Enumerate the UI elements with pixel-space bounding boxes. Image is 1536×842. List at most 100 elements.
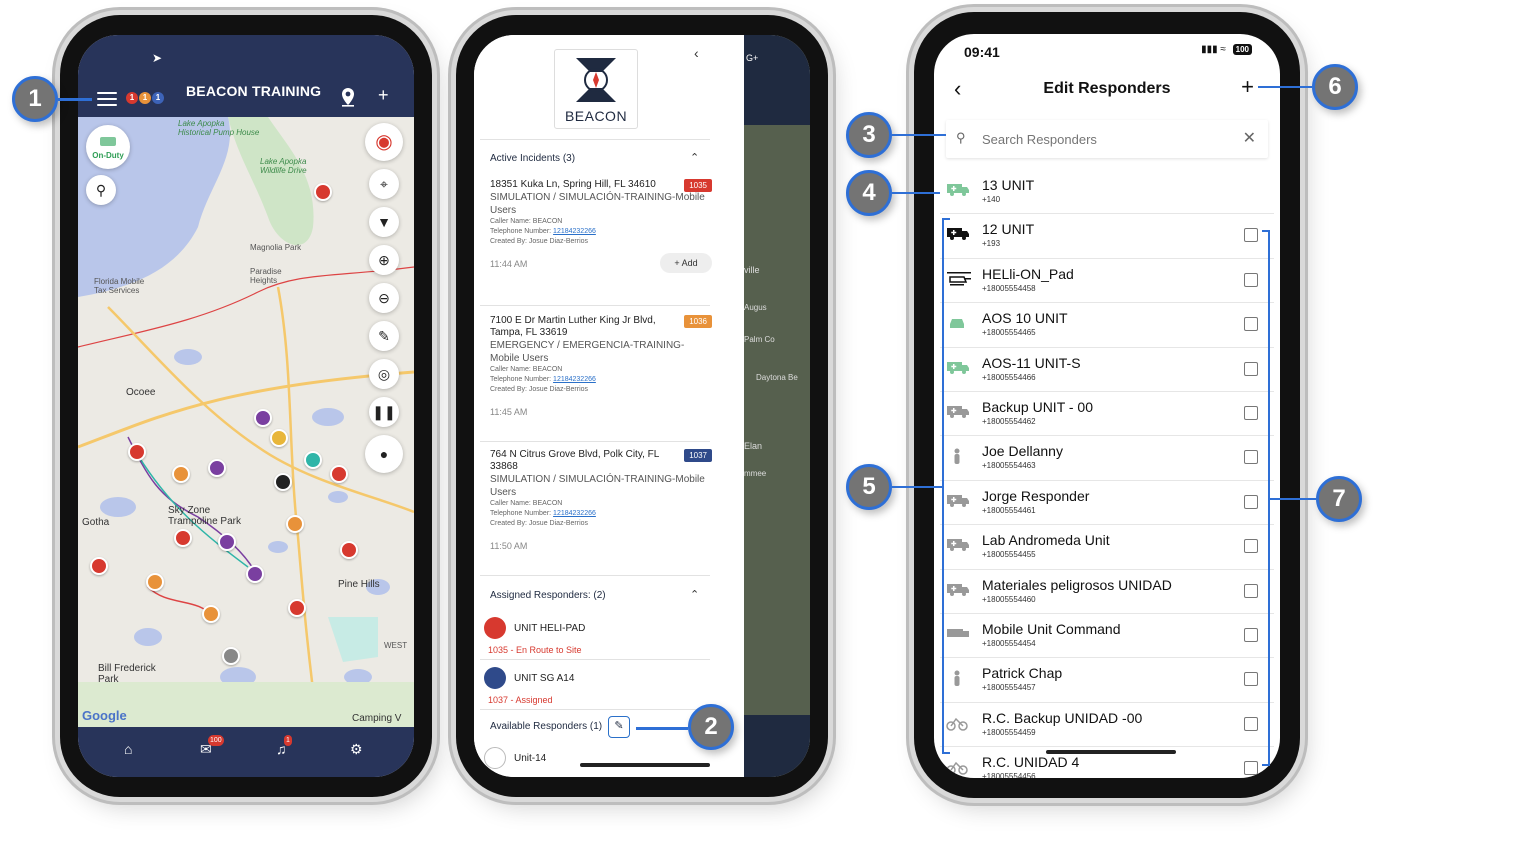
incident-pin[interactable] — [330, 465, 348, 483]
add-button[interactable]: + Add — [660, 253, 712, 273]
select-checkbox[interactable] — [1244, 361, 1258, 376]
responder-row[interactable]: Joe Dellanny +18005554463 — [940, 436, 1274, 481]
search-input[interactable] — [982, 129, 1222, 149]
responder-row[interactable]: Lab Andromeda Unit +18005554455 — [940, 525, 1274, 570]
incident-pin[interactable] — [90, 557, 108, 575]
incident-pin[interactable] — [288, 599, 306, 617]
select-checkbox[interactable] — [1244, 317, 1258, 332]
camera-pin[interactable] — [274, 473, 292, 491]
zoom-out-button[interactable]: ⊖ — [369, 283, 399, 313]
select-checkbox[interactable] — [1244, 494, 1258, 509]
responder-phone: +18005554459 — [982, 727, 1036, 737]
filter-button[interactable]: ▼ — [369, 207, 399, 237]
select-checkbox[interactable] — [1244, 539, 1258, 554]
poi-pin[interactable] — [304, 451, 322, 469]
drawer-screen: G+ ville Augus Palm Co Daytona Be Elan m… — [474, 35, 810, 777]
close-drawer-chevron[interactable]: ‹ — [694, 45, 699, 61]
incident-number: 1036 — [684, 315, 712, 328]
incident-pin[interactable] — [174, 529, 192, 547]
responder-phone: +18005554463 — [982, 461, 1036, 471]
select-checkbox[interactable] — [1244, 627, 1258, 642]
select-checkbox[interactable] — [1244, 228, 1258, 243]
map-search-button[interactable]: ⚲ — [86, 175, 116, 205]
select-checkbox[interactable] — [1244, 761, 1258, 776]
responder-phone: +18005554457 — [982, 683, 1036, 693]
responder-row[interactable]: Jorge Responder +18005554461 — [940, 481, 1274, 526]
gear-icon[interactable]: ⚙ — [350, 741, 363, 758]
hazmat-pin[interactable] — [218, 533, 236, 551]
phone-drawer-view: G+ ville Augus Palm Co Daytona Be Elan m… — [456, 15, 828, 797]
location-pin[interactable] — [222, 647, 240, 665]
search-icon: ⚲ — [956, 130, 966, 145]
phone-link[interactable]: 12184232266 — [553, 376, 596, 383]
map-pin-icon[interactable] — [340, 87, 356, 112]
on-duty-toggle[interactable]: On-Duty — [86, 125, 130, 169]
map-area[interactable]: Lake Apopka Historical Pump House Lake A… — [78, 117, 414, 727]
incident-pin[interactable] — [314, 183, 332, 201]
responder-row[interactable]: Backup UNIT - 00 +18005554462 — [940, 392, 1274, 437]
draw-pencil-button[interactable]: ✎ — [369, 321, 399, 351]
sos-lifebuoy-button[interactable]: ◉ — [365, 123, 403, 161]
map-label-paradise-heights: Paradise Heights — [250, 267, 282, 285]
select-checkbox[interactable] — [1244, 450, 1258, 465]
responder-name: Jorge Responder — [982, 487, 1090, 504]
incident-pin[interactable] — [340, 541, 358, 559]
responder-row[interactable]: HELli-ON_Pad +18005554458 — [940, 259, 1274, 304]
edit-pencil-button[interactable]: ✎ — [608, 716, 630, 738]
dimmed-map: G+ ville Augus Palm Co Daytona Be Elan m… — [744, 35, 810, 777]
add-icon[interactable]: + — [378, 85, 389, 106]
collapse-incidents-caret[interactable]: ⌃ — [690, 151, 699, 164]
responder-row[interactable]: AOS 10 UNIT +18005554465 — [940, 303, 1274, 348]
created-by: Created By: Josue Diaz-Berrios — [490, 238, 589, 245]
responder-pin[interactable] — [246, 565, 264, 583]
zoom-in-button[interactable]: ⊕ — [369, 245, 399, 275]
incident-card[interactable]: 1037 764 N Citrus Grove Blvd, Polk City,… — [490, 449, 712, 551]
incident-card[interactable]: 1036 7100 E Dr Martin Luther King Jr Blv… — [490, 315, 712, 417]
responder-row[interactable]: Materiales peligrosos UNIDAD +18005554460 — [940, 570, 1274, 614]
helicopter-icon — [484, 617, 506, 639]
edit-responders-screen: 09:41 ▮▮▮ ≈ 100 ‹ Edit Responders + ⚲ ✕ … — [934, 34, 1280, 778]
phone-link[interactable]: 12184232266 — [553, 228, 596, 235]
facility-pin[interactable] — [270, 429, 288, 447]
incident-card[interactable]: 1035 18351 Kuka Ln, Spring Hill, FL 3461… — [490, 179, 712, 273]
locate-me-button[interactable]: ⌖ — [369, 169, 399, 199]
responder-phone: +18005554454 — [982, 638, 1036, 648]
messages-icon[interactable]: ✉ 100 — [200, 735, 224, 758]
responder-row[interactable]: R.C. Backup UNIDAD -00 +18005554459 — [940, 703, 1274, 748]
select-checkbox[interactable] — [1244, 716, 1258, 731]
incident-pin[interactable] — [128, 443, 146, 461]
responder-row[interactable]: AOS-11 UNIT-S +18005554466 — [940, 348, 1274, 392]
responder-name: 13 UNIT — [982, 177, 1035, 193]
responder-row[interactable]: 13 UNIT +140 — [940, 170, 1274, 215]
bell-icon[interactable]: ♫ 1 — [276, 735, 292, 757]
hospital-pin[interactable] — [254, 409, 272, 427]
microphone-button[interactable]: ● — [365, 435, 403, 473]
incident-address: 18351 Kuka Ln, Spring Hill, FL 34610 — [490, 179, 656, 190]
select-checkbox[interactable] — [1244, 272, 1258, 287]
responder-row[interactable]: Mobile Unit Command +18005554454 — [940, 614, 1274, 659]
bicycle-icon — [946, 759, 968, 775]
callout-2: 2 — [688, 704, 734, 750]
responder-row[interactable]: 12 UNIT +193 — [940, 214, 1274, 259]
select-checkbox[interactable] — [1244, 405, 1258, 420]
incident-pin[interactable] — [146, 573, 164, 591]
home-icon[interactable]: ⌂ — [124, 741, 132, 757]
badge-red: 1 — [126, 92, 138, 104]
caller-name: Caller Name: BEACON — [490, 366, 563, 373]
callout-1-pointer — [58, 98, 92, 101]
phone-link[interactable]: 12184232266 — [553, 510, 596, 517]
clear-icon[interactable]: ✕ — [1243, 128, 1256, 148]
incident-pin[interactable] — [202, 605, 220, 623]
pause-button[interactable]: ❚❚ — [369, 397, 399, 427]
incident-pin[interactable] — [286, 515, 304, 533]
responder-row[interactable]: Patrick Chap +18005554457 — [940, 658, 1274, 703]
select-checkbox[interactable] — [1244, 583, 1258, 598]
select-checkbox[interactable] — [1244, 672, 1258, 687]
collapse-assigned-caret[interactable]: ⌃ — [690, 588, 699, 601]
broadcast-button[interactable]: ◎ — [369, 359, 399, 389]
hospital-pin[interactable] — [208, 459, 226, 477]
add-responder-button[interactable]: + — [1241, 74, 1254, 100]
incident-pin[interactable] — [172, 465, 190, 483]
incident-number: 1035 — [684, 179, 712, 192]
hamburger-menu-button[interactable] — [94, 89, 120, 109]
